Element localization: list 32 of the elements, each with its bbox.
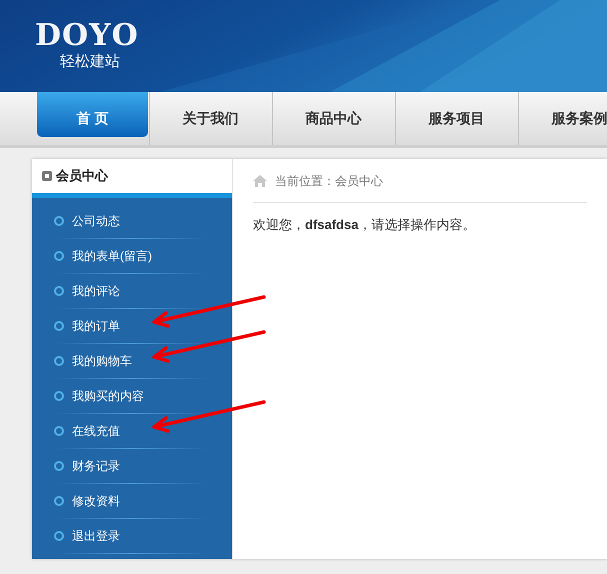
logo-tagline: 轻松建站 <box>60 53 120 71</box>
sidebar-title: 会员中心 <box>56 167 108 186</box>
sidebar-item[interactable]: 我的表单(留言) <box>72 247 152 265</box>
ring-bullet-icon <box>54 461 64 471</box>
sidebar-item[interactable]: 公司动态 <box>72 212 120 230</box>
ring-bullet-icon <box>54 426 64 436</box>
nav-tab[interactable]: 服务项目 <box>396 92 517 145</box>
nav-tab[interactable]: 关于我们 <box>150 92 271 145</box>
sidebar-item[interactable]: 我的订单 <box>72 317 120 335</box>
ring-bullet-icon <box>54 286 64 296</box>
sidebar-item[interactable]: 退出登录 <box>72 527 120 545</box>
ring-bullet-icon <box>54 321 64 331</box>
ring-bullet-icon <box>54 356 64 366</box>
sidebar-item[interactable]: 我的购物车 <box>72 352 132 370</box>
nav-tab[interactable]: 商品中心 <box>273 92 394 145</box>
home-icon <box>253 174 267 186</box>
ring-bullet-icon <box>54 496 64 506</box>
sidebar-item[interactable]: 财务记录 <box>72 457 120 475</box>
sidebar-item[interactable]: 修改资料 <box>72 492 120 510</box>
ring-bullet-icon <box>54 251 64 261</box>
ring-bullet-icon <box>54 216 64 226</box>
sidebar-item[interactable]: 我的评论 <box>72 282 120 300</box>
sidebar-item[interactable]: 我购买的内容 <box>72 387 144 405</box>
ring-bullet-icon <box>54 391 64 401</box>
breadcrumb: 当前位置：会员中心 <box>275 172 383 190</box>
sidebar-item[interactable]: 在线充值 <box>72 422 120 440</box>
square-bullet-icon <box>42 171 52 181</box>
welcome-message: 欢迎您，dfsafdsa，请选择操作内容。 <box>253 216 476 234</box>
nav-tab[interactable]: 服务案例 <box>519 92 607 145</box>
logo-wordmark: DOYO <box>35 22 139 50</box>
ring-bullet-icon <box>54 531 64 541</box>
nav-tab[interactable]: 首 页 <box>37 92 148 137</box>
